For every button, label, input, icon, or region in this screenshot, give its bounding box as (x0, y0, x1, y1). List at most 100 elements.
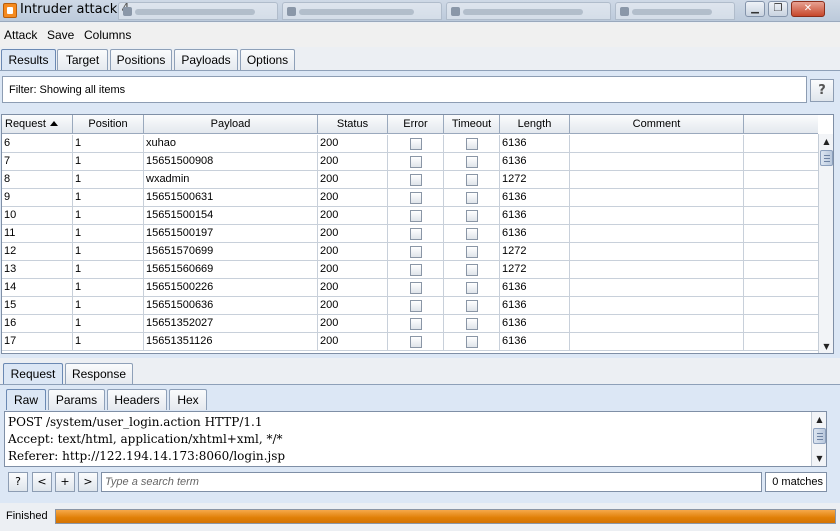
timeout-checkbox (466, 318, 478, 330)
cell-timeout (444, 297, 500, 315)
progress-bar (55, 509, 836, 524)
tab-payloads[interactable]: Payloads (174, 49, 238, 71)
table-row[interactable]: 10 1 15651500154 200 6136 (2, 207, 818, 225)
error-checkbox (410, 300, 422, 312)
cell-status: 200 (318, 135, 388, 153)
scroll-thumb[interactable] (820, 150, 833, 166)
background-browser-tab (118, 2, 278, 20)
search-next-button[interactable]: > (78, 472, 98, 492)
timeout-checkbox (466, 282, 478, 294)
status-text: Finished (6, 510, 48, 522)
filter-bar[interactable]: Filter: Showing all items (2, 76, 807, 103)
column-header-timeout[interactable]: Timeout (444, 115, 500, 134)
cell-length: 6136 (500, 207, 570, 225)
table-row[interactable]: 15 1 15651500636 200 6136 (2, 297, 818, 315)
timeout-checkbox (466, 210, 478, 222)
cell-timeout (444, 171, 500, 189)
cell-error (388, 279, 444, 297)
error-checkbox (410, 246, 422, 258)
cell-status: 200 (318, 297, 388, 315)
tab-results[interactable]: Results (1, 49, 56, 71)
scroll-down-icon[interactable]: ▼ (819, 339, 833, 353)
help-button[interactable]: ? (810, 79, 834, 102)
tab-options[interactable]: Options (240, 49, 295, 71)
search-previous-button[interactable]: < (32, 472, 52, 492)
column-header-error[interactable]: Error (388, 115, 444, 134)
column-header-length[interactable]: Length (500, 115, 570, 134)
tab-headers[interactable]: Headers (107, 389, 167, 410)
cell-error (388, 225, 444, 243)
search-help-button[interactable]: ? (8, 472, 28, 492)
search-options-button[interactable]: + (55, 472, 75, 492)
search-box[interactable] (101, 472, 762, 492)
cell-status: 200 (318, 207, 388, 225)
menu-columns[interactable]: Columns (84, 28, 131, 42)
table-row[interactable]: 14 1 15651500226 200 6136 (2, 279, 818, 297)
tab-raw[interactable]: Raw (6, 389, 46, 410)
column-header-position[interactable]: Position (73, 115, 144, 134)
minimize-button[interactable]: ▁ (745, 1, 765, 17)
cell-payload: 15651560669 (144, 261, 318, 279)
background-browser-tab (615, 2, 735, 20)
cell-comment (570, 225, 744, 243)
close-button[interactable]: ✕ (791, 1, 825, 17)
cell-request: 7 (2, 153, 73, 171)
tab-response[interactable]: Response (65, 363, 133, 384)
cell-request: 15 (2, 297, 73, 315)
table-row[interactable]: 11 1 15651500197 200 6136 (2, 225, 818, 243)
cell-timeout (444, 243, 500, 261)
table-scrollbar[interactable]: ▲ ▼ (818, 134, 833, 353)
table-row[interactable]: 13 1 15651560669 200 1272 (2, 261, 818, 279)
search-input[interactable] (102, 473, 761, 491)
tab-positions[interactable]: Positions (110, 49, 172, 71)
cell-request: 14 (2, 279, 73, 297)
column-header-status[interactable]: Status (318, 115, 388, 134)
cell-payload: 15651500908 (144, 153, 318, 171)
menu-attack[interactable]: Attack (4, 28, 37, 42)
column-header-request[interactable]: Request (2, 115, 73, 134)
table-row[interactable]: 7 1 15651500908 200 6136 (2, 153, 818, 171)
timeout-checkbox (466, 156, 478, 168)
cell-status: 200 (318, 171, 388, 189)
cell-error (388, 297, 444, 315)
tab-request[interactable]: Request (3, 363, 63, 384)
scroll-thumb[interactable] (813, 428, 826, 444)
cell-length: 1272 (500, 261, 570, 279)
raw-scrollbar[interactable]: ▲ ▼ (811, 412, 826, 466)
table-row[interactable]: 6 1 xuhao 200 6136 (2, 135, 818, 153)
scroll-up-icon[interactable]: ▲ (819, 134, 833, 149)
cell-position: 1 (73, 207, 144, 225)
table-row[interactable]: 16 1 15651352027 200 6136 (2, 315, 818, 333)
column-header-comment[interactable]: Comment (570, 115, 744, 134)
cell-error (388, 189, 444, 207)
menu-save[interactable]: Save (47, 28, 74, 42)
table-row[interactable]: 12 1 15651570699 200 1272 (2, 243, 818, 261)
cell-length: 6136 (500, 315, 570, 333)
cell-request: 13 (2, 261, 73, 279)
scroll-down-icon[interactable]: ▼ (812, 451, 826, 466)
cell-request: 17 (2, 333, 73, 351)
column-header-payload[interactable]: Payload (144, 115, 318, 134)
error-checkbox (410, 264, 422, 276)
cell-timeout (444, 207, 500, 225)
sort-ascending-icon (49, 121, 58, 126)
cell-position: 1 (73, 243, 144, 261)
restore-button[interactable]: ❐ (768, 1, 788, 17)
tab-target[interactable]: Target (57, 49, 108, 71)
scroll-up-icon[interactable]: ▲ (812, 412, 826, 427)
cell-comment (570, 243, 744, 261)
error-checkbox (410, 228, 422, 240)
cell-payload: 15651500154 (144, 207, 318, 225)
error-checkbox (410, 282, 422, 294)
raw-request-text[interactable]: POST /system/user_login.action HTTP/1.1 … (4, 411, 827, 467)
cell-comment (570, 135, 744, 153)
error-checkbox (410, 318, 422, 330)
table-row[interactable]: 17 1 15651351126 200 6136 (2, 333, 818, 351)
table-row[interactable]: 9 1 15651500631 200 6136 (2, 189, 818, 207)
cell-status: 200 (318, 261, 388, 279)
tab-params[interactable]: Params (48, 389, 105, 410)
match-count: 0 matches (765, 472, 827, 492)
tab-hex[interactable]: Hex (169, 389, 207, 410)
cell-status: 200 (318, 153, 388, 171)
table-row[interactable]: 8 1 wxadmin 200 1272 (2, 171, 818, 189)
